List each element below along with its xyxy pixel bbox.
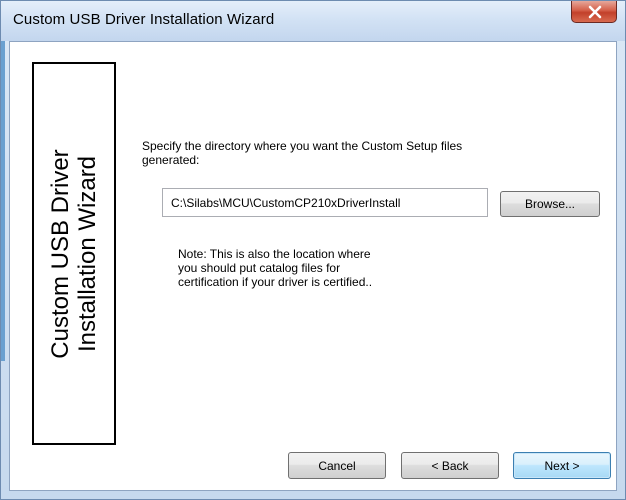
browse-button[interactable]: Browse... — [500, 191, 600, 217]
wizard-banner: Custom USB Driver Installation Wizard — [32, 62, 116, 445]
instruction-text: Specify the directory where you want the… — [142, 139, 463, 167]
close-button[interactable] — [571, 1, 617, 23]
title-bar[interactable]: Custom USB Driver Installation Wizard — [1, 1, 625, 41]
next-button[interactable]: Next > — [513, 452, 611, 479]
window-edge-highlight — [1, 41, 5, 361]
note-line-3: certification if your driver is certifie… — [178, 275, 373, 289]
wizard-banner-text: Custom USB Driver Installation Wizard — [47, 69, 101, 439]
banner-line-1: Custom USB Driver — [47, 148, 74, 359]
directory-path-input[interactable] — [162, 188, 488, 217]
window-title: Custom USB Driver Installation Wizard — [13, 11, 275, 28]
back-button[interactable]: < Back — [401, 452, 499, 479]
wizard-content: Custom USB Driver Installation Wizard Sp… — [9, 41, 617, 491]
cancel-button[interactable]: Cancel — [288, 452, 386, 479]
banner-line-2: Installation Wizard — [74, 155, 101, 352]
note-text: Note: This is also the location where yo… — [178, 247, 478, 289]
note-line-2: you should put catalog files for — [178, 261, 341, 275]
close-icon — [588, 5, 602, 19]
note-line-1: Note: This is also the location where — [178, 247, 371, 261]
wizard-window: Custom USB Driver Installation Wizard Cu… — [0, 0, 626, 500]
